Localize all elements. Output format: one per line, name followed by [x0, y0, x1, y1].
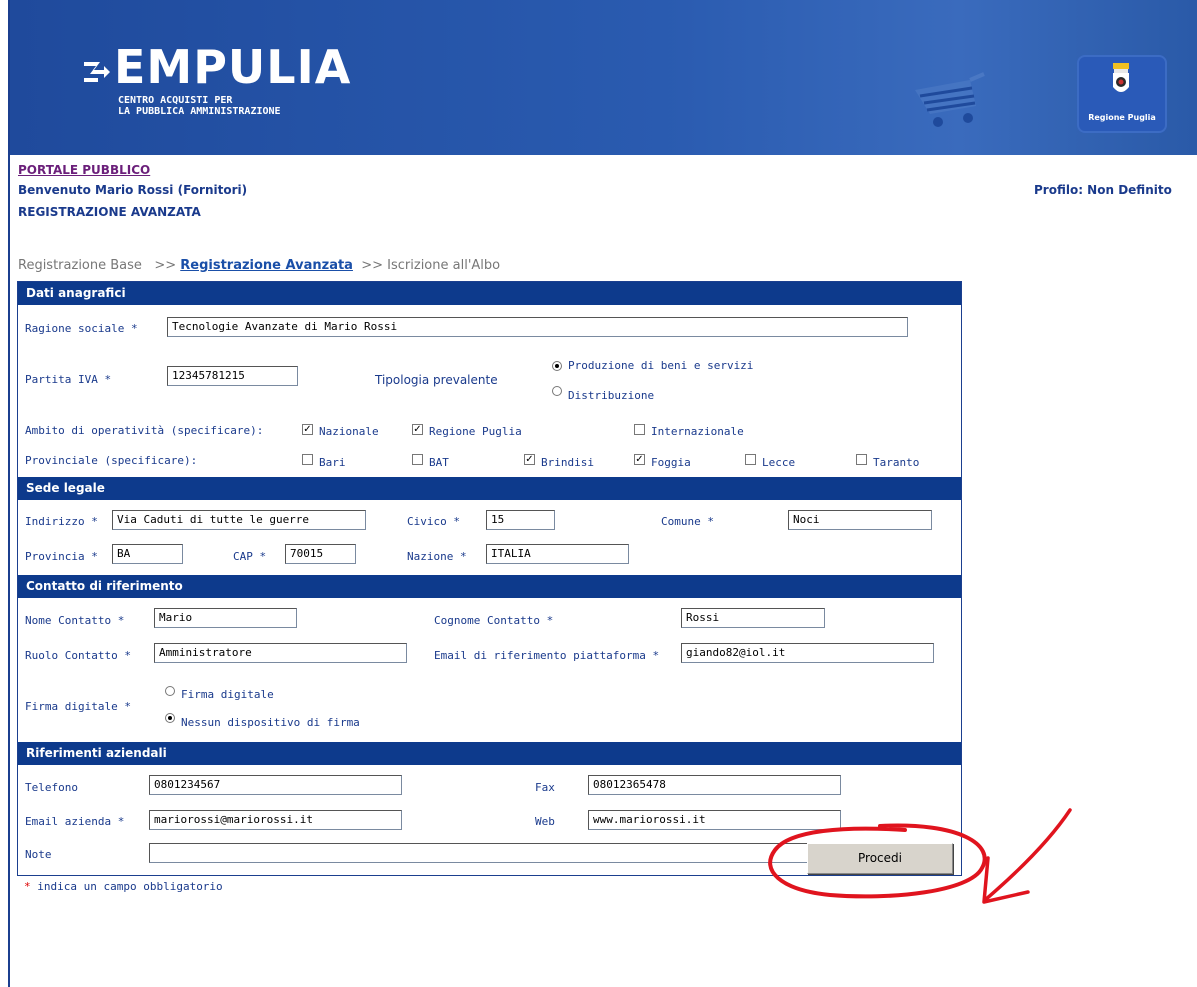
nazione-label: Nazione * — [407, 550, 467, 563]
note-input[interactable] — [149, 843, 902, 863]
nessun-dispositivo-label: Nessun dispositivo di firma — [181, 716, 360, 729]
portale-pubblico-link[interactable]: PORTALE PUBBLICO — [18, 163, 150, 177]
prov-foggia-checkbox[interactable]: ✓ — [634, 454, 645, 465]
ragione-sociale-label: Ragione sociale * — [25, 322, 138, 335]
tipologia-distribuzione-label: Distribuzione — [568, 389, 655, 402]
ambito-label: Ambito di operatività (specificare): — [25, 424, 264, 437]
required-fields-note: * indica un campo obbligatorio — [24, 880, 223, 893]
partita-iva-label: Partita IVA * — [25, 373, 112, 386]
telefono-input[interactable]: 0801234567 — [149, 775, 402, 795]
cap-input[interactable]: 70015 — [285, 544, 356, 564]
fax-label: Fax — [535, 781, 555, 794]
fax-input[interactable]: 08012365478 — [588, 775, 841, 795]
empulia-logo-text: EMPULIA — [114, 40, 352, 94]
prov-bat-label: BAT — [429, 456, 449, 469]
step-registrazione-avanzata[interactable]: Registrazione Avanzata — [180, 258, 353, 273]
note-label: Note — [25, 848, 52, 861]
prov-brindisi-label: Brindisi — [541, 456, 594, 469]
welcome-text: Benvenuto Mario Rossi (Fornitori) — [18, 183, 248, 197]
prov-bari-checkbox[interactable] — [302, 454, 313, 465]
firma-digitale-radio[interactable] — [165, 686, 175, 696]
prov-bat-checkbox[interactable] — [412, 454, 423, 465]
web-label: Web — [535, 815, 555, 828]
provinciale-label: Provinciale (specificare): — [25, 454, 198, 467]
prov-lecce-label: Lecce — [762, 456, 796, 469]
prov-taranto-checkbox[interactable] — [856, 454, 867, 465]
prov-brindisi-checkbox[interactable]: ✓ — [524, 454, 535, 465]
logo-subtitle-line1: CENTRO ACQUISTI PER — [118, 95, 233, 106]
firma-digitale-option-label: Firma digitale — [181, 688, 274, 701]
annotation-arrow-shaft — [983, 808, 1072, 902]
comune-label: Comune * — [661, 515, 714, 528]
regione-puglia-badge: Regione Puglia — [1077, 55, 1167, 133]
nome-contatto-input[interactable]: Mario — [154, 608, 297, 628]
civico-label: Civico * — [407, 515, 460, 528]
ragione-sociale-input[interactable]: Tecnologie Avanzate di Mario Rossi — [167, 317, 908, 337]
web-input[interactable]: www.mariorossi.it — [588, 810, 841, 830]
provincia-input[interactable]: BA — [112, 544, 183, 564]
prov-foggia-label: Foggia — [651, 456, 691, 469]
tipologia-distribuzione-radio[interactable] — [552, 386, 562, 396]
logo-subtitle: CENTRO ACQUISTI PER LA PUBBLICA AMMINIST… — [118, 95, 281, 117]
step-registrazione-base: Registrazione Base — [18, 258, 142, 273]
ruolo-contatto-label: Ruolo Contatto * — [25, 649, 131, 662]
prov-taranto-label: Taranto — [873, 456, 920, 469]
prov-lecce-checkbox[interactable] — [745, 454, 756, 465]
cap-label: CAP * — [233, 550, 267, 563]
email-piattaforma-input[interactable]: giando82@iol.it — [681, 643, 934, 663]
section-dati-anagrafici: Dati anagrafici — [18, 282, 961, 305]
regione-crest-icon — [1113, 63, 1129, 92]
nome-contatto-label: Nome Contatto * — [25, 614, 125, 627]
email-azienda-input[interactable]: mariorossi@mariorossi.it — [149, 810, 402, 830]
cognome-contatto-label: Cognome Contatto * — [434, 614, 554, 627]
header-banner: EMPULIA CENTRO ACQUISTI PER LA PUBBLICA … — [10, 0, 1197, 155]
nessun-dispositivo-radio[interactable] — [165, 713, 175, 723]
page-title: REGISTRAZIONE AVANZATA — [18, 205, 201, 219]
required-text: indica un campo obbligatorio — [30, 880, 223, 893]
prov-bari-label: Bari — [319, 456, 346, 469]
comune-input[interactable]: Noci — [788, 510, 932, 530]
empulia-logo-icon — [82, 56, 112, 88]
civico-input[interactable]: 15 — [486, 510, 555, 530]
step-separator: >> — [361, 258, 384, 273]
ambito-internazionale-label: Internazionale — [651, 425, 744, 438]
email-azienda-label: Email azienda * — [25, 815, 125, 828]
step-separator: >> — [154, 258, 177, 273]
firma-digitale-label: Firma digitale * — [25, 700, 131, 713]
email-piattaforma-label: Email di riferimento piattaforma * — [434, 649, 660, 662]
section-contatto-riferimento: Contatto di riferimento — [18, 575, 961, 598]
shopping-cart-icon — [915, 72, 985, 127]
telefono-label: Telefono — [25, 781, 78, 794]
required-star: * — [24, 880, 31, 893]
ambito-regione-label: Regione Puglia — [429, 425, 522, 438]
cognome-contatto-input[interactable]: Rossi — [681, 608, 825, 628]
ambito-regione-checkbox[interactable]: ✓ — [412, 424, 423, 435]
ambito-internazionale-checkbox[interactable] — [634, 424, 645, 435]
indirizzo-input[interactable]: Via Caduti di tutte le guerre — [112, 510, 366, 530]
ruolo-contatto-input[interactable]: Amministratore — [154, 643, 407, 663]
section-riferimenti-aziendali: Riferimenti aziendali — [18, 742, 961, 765]
indirizzo-label: Indirizzo * — [25, 515, 98, 528]
logo-subtitle-line2: LA PUBBLICA AMMINISTRAZIONE — [118, 106, 281, 117]
tipologia-produzione-label: Produzione di beni e servizi — [568, 359, 754, 372]
profile-text: Profilo: Non Definito — [1034, 183, 1172, 197]
partita-iva-input[interactable]: 12345781215 — [167, 366, 298, 386]
section-sede-legale: Sede legale — [18, 477, 961, 500]
tipologia-label: Tipologia prevalente — [375, 373, 498, 387]
ambito-nazionale-label: Nazionale — [319, 425, 379, 438]
nazione-input[interactable]: ITALIA — [486, 544, 629, 564]
ambito-nazionale-checkbox[interactable]: ✓ — [302, 424, 313, 435]
regione-label: Regione Puglia — [1088, 113, 1156, 122]
tipologia-produzione-radio[interactable] — [552, 361, 562, 371]
annotation-arrow-head — [982, 856, 1030, 904]
procedi-button[interactable]: Procedi — [807, 843, 953, 874]
step-iscrizione-albo: Iscrizione all'Albo — [387, 258, 501, 273]
breadcrumb: Registrazione Base >> Registrazione Avan… — [18, 258, 500, 273]
registration-form: Dati anagrafici Ragione sociale * Tecnol… — [17, 281, 962, 876]
provincia-label: Provincia * — [25, 550, 98, 563]
